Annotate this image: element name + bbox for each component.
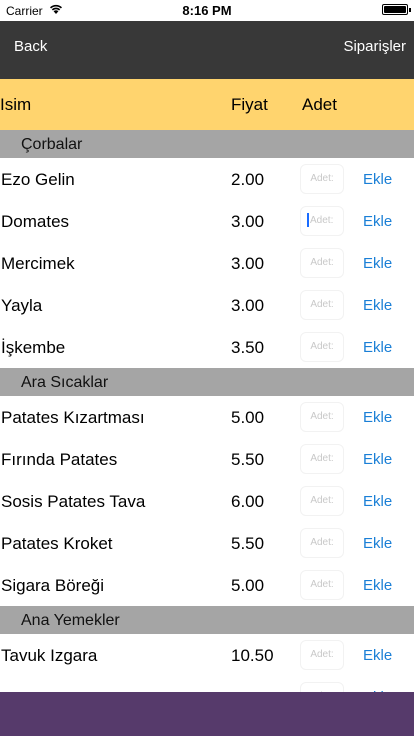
item-name: Yayla <box>1 296 43 315</box>
quantity-input[interactable]: Adet: <box>300 444 344 474</box>
quantity-input[interactable]: Adet: <box>300 206 344 236</box>
list-item: Patates Kızartması 5.00 Adet: Ekle <box>0 396 414 438</box>
quantity-placeholder: Adet: <box>310 411 334 422</box>
header-name: Isim <box>0 95 32 114</box>
item-name: Patates Kroket <box>1 534 113 553</box>
item-name: Sosis Patates Tava <box>1 492 146 511</box>
quantity-input[interactable]: Adet: <box>300 402 344 432</box>
item-name: Sigara Böreği <box>1 576 105 595</box>
orders-button[interactable]: Siparişler <box>343 38 406 55</box>
item-price: 2.00 <box>231 170 265 189</box>
list-item: Domates 3.00 Adet: Ekle <box>0 200 414 242</box>
quantity-placeholder: Adet: <box>310 579 334 590</box>
item-price: 5.00 <box>231 408 265 427</box>
section-title: Ana Yemekler <box>21 612 120 629</box>
list-item: İşkembe 3.50 Adet: Ekle <box>0 326 414 368</box>
section-title: Ara Sıcaklar <box>21 374 109 391</box>
battery-icon <box>382 4 411 15</box>
section-header: Ana Yemekler <box>0 606 414 634</box>
add-button[interactable]: Ekle <box>363 213 392 230</box>
add-button[interactable]: Ekle <box>363 577 392 594</box>
quantity-placeholder: Adet: <box>310 495 334 506</box>
item-price: 3.50 <box>231 338 265 357</box>
quantity-input[interactable]: Adet: <box>300 164 344 194</box>
quantity-placeholder: Adet: <box>310 341 334 352</box>
item-name: İşkembe <box>1 338 66 357</box>
menu-list[interactable]: Çorbalar Ezo Gelin 2.00 Adet: Ekle Domates 3.0… <box>0 130 414 698</box>
quantity-input[interactable]: Adet: <box>300 248 344 278</box>
quantity-placeholder: Adet: <box>310 257 334 268</box>
item-price: 3.00 <box>231 212 265 231</box>
item-name: Domates <box>1 212 70 231</box>
item-name: Mercimek <box>1 254 75 273</box>
add-button[interactable]: Ekle <box>363 647 392 664</box>
section-title: Çorbalar <box>21 136 83 153</box>
quantity-placeholder: Adet: <box>310 173 334 184</box>
list-item: Sigara Böreği 5.00 Adet: Ekle <box>0 564 414 606</box>
quantity-placeholder: Adet: <box>310 453 334 464</box>
list-item: Ezo Gelin 2.00 Adet: Ekle <box>0 158 414 200</box>
add-button[interactable]: Ekle <box>363 339 392 356</box>
item-price: 5.50 <box>231 534 265 553</box>
item-price: 10.50 <box>231 646 274 665</box>
item-name: Patates Kızartması <box>1 408 145 427</box>
header-quantity: Adet <box>302 95 337 114</box>
add-button[interactable]: Ekle <box>363 297 392 314</box>
add-button[interactable]: Ekle <box>363 493 392 510</box>
status-time: 8:16 PM <box>182 3 232 18</box>
header-price: Fiyat <box>231 95 268 114</box>
table-header: Isim Fiyat Adet <box>0 79 414 130</box>
quantity-placeholder: Adet: <box>310 299 334 310</box>
quantity-input[interactable]: Adet: <box>300 486 344 516</box>
quantity-input[interactable]: Adet: <box>300 332 344 362</box>
item-price: 5.50 <box>231 450 265 469</box>
list-item: Fırında Patates 5.50 Adet: Ekle <box>0 438 414 480</box>
list-item: Tavuk Izgara 10.50 Adet: Ekle <box>0 634 414 676</box>
item-price: 3.00 <box>231 296 265 315</box>
list-item: Yayla 3.00 Adet: Ekle <box>0 284 414 326</box>
list-item: Mercimek 3.00 Adet: Ekle <box>0 242 414 284</box>
section-header: Ara Sıcaklar <box>0 368 414 396</box>
add-button[interactable]: Ekle <box>363 535 392 552</box>
item-name: Ezo Gelin <box>1 170 75 189</box>
item-name: Tavuk Izgara <box>1 646 98 665</box>
navigation-bar: Back Siparişler <box>0 21 414 79</box>
section-header: Çorbalar <box>0 130 414 158</box>
quantity-input[interactable]: Adet: <box>300 640 344 670</box>
list-item: Sosis Patates Tava 6.00 Adet: Ekle <box>0 480 414 522</box>
quantity-placeholder: Adet: <box>310 537 334 548</box>
bottom-bar <box>0 692 414 736</box>
quantity-input[interactable]: Adet: <box>300 570 344 600</box>
add-button[interactable]: Ekle <box>363 451 392 468</box>
add-button[interactable]: Ekle <box>363 171 392 188</box>
item-name: Fırında Patates <box>1 450 118 469</box>
add-button[interactable]: Ekle <box>363 409 392 426</box>
text-cursor <box>307 213 309 228</box>
status-bar: Carrier 8:16 PM <box>0 0 414 21</box>
quantity-placeholder: Adet: <box>310 215 334 226</box>
item-price: 5.00 <box>231 576 265 595</box>
quantity-input[interactable]: Adet: <box>300 290 344 320</box>
list-item: Patates Kroket 5.50 Adet: Ekle <box>0 522 414 564</box>
quantity-placeholder: Adet: <box>310 649 334 660</box>
back-button[interactable]: Back <box>14 38 47 55</box>
quantity-input[interactable]: Adet: <box>300 528 344 558</box>
item-price: 3.00 <box>231 254 265 273</box>
add-button[interactable]: Ekle <box>363 255 392 272</box>
item-price: 6.00 <box>231 492 265 511</box>
